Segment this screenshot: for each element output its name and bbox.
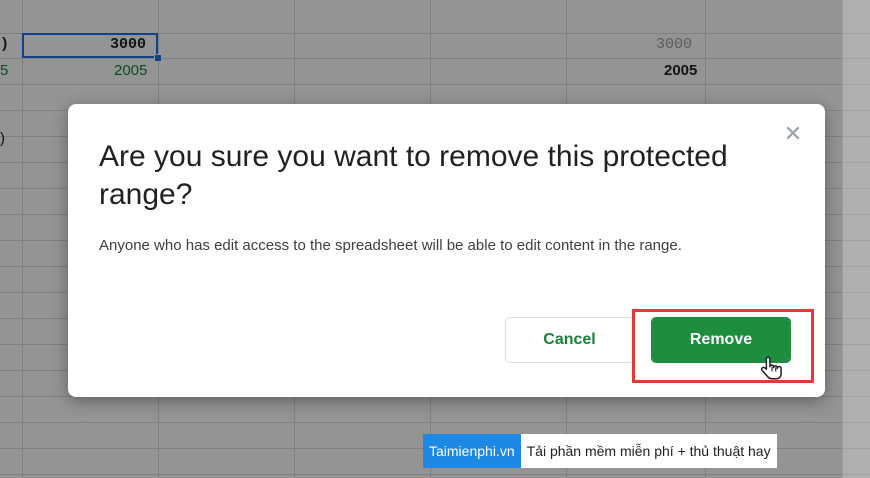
dialog-message: Anyone who has edit access to the spread… bbox=[99, 237, 682, 254]
hand-pointer-icon bbox=[760, 356, 782, 380]
dialog-title: Are you sure you want to remove this pro… bbox=[99, 140, 728, 211]
watermark: Taimienphi.vn Tải phần mềm miễn phí + th… bbox=[423, 434, 777, 468]
screen: ) 3000 3000 5 2005 2005 ) Are you sure y… bbox=[0, 0, 870, 478]
scrollbar-strip bbox=[842, 0, 870, 478]
close-icon[interactable]: ✕ bbox=[781, 122, 805, 146]
watermark-tagline: Tải phần mềm miễn phí + thủ thuật hay bbox=[520, 434, 777, 468]
watermark-brand: Taimienphi.vn bbox=[423, 434, 521, 468]
cancel-button[interactable]: Cancel bbox=[505, 317, 634, 363]
